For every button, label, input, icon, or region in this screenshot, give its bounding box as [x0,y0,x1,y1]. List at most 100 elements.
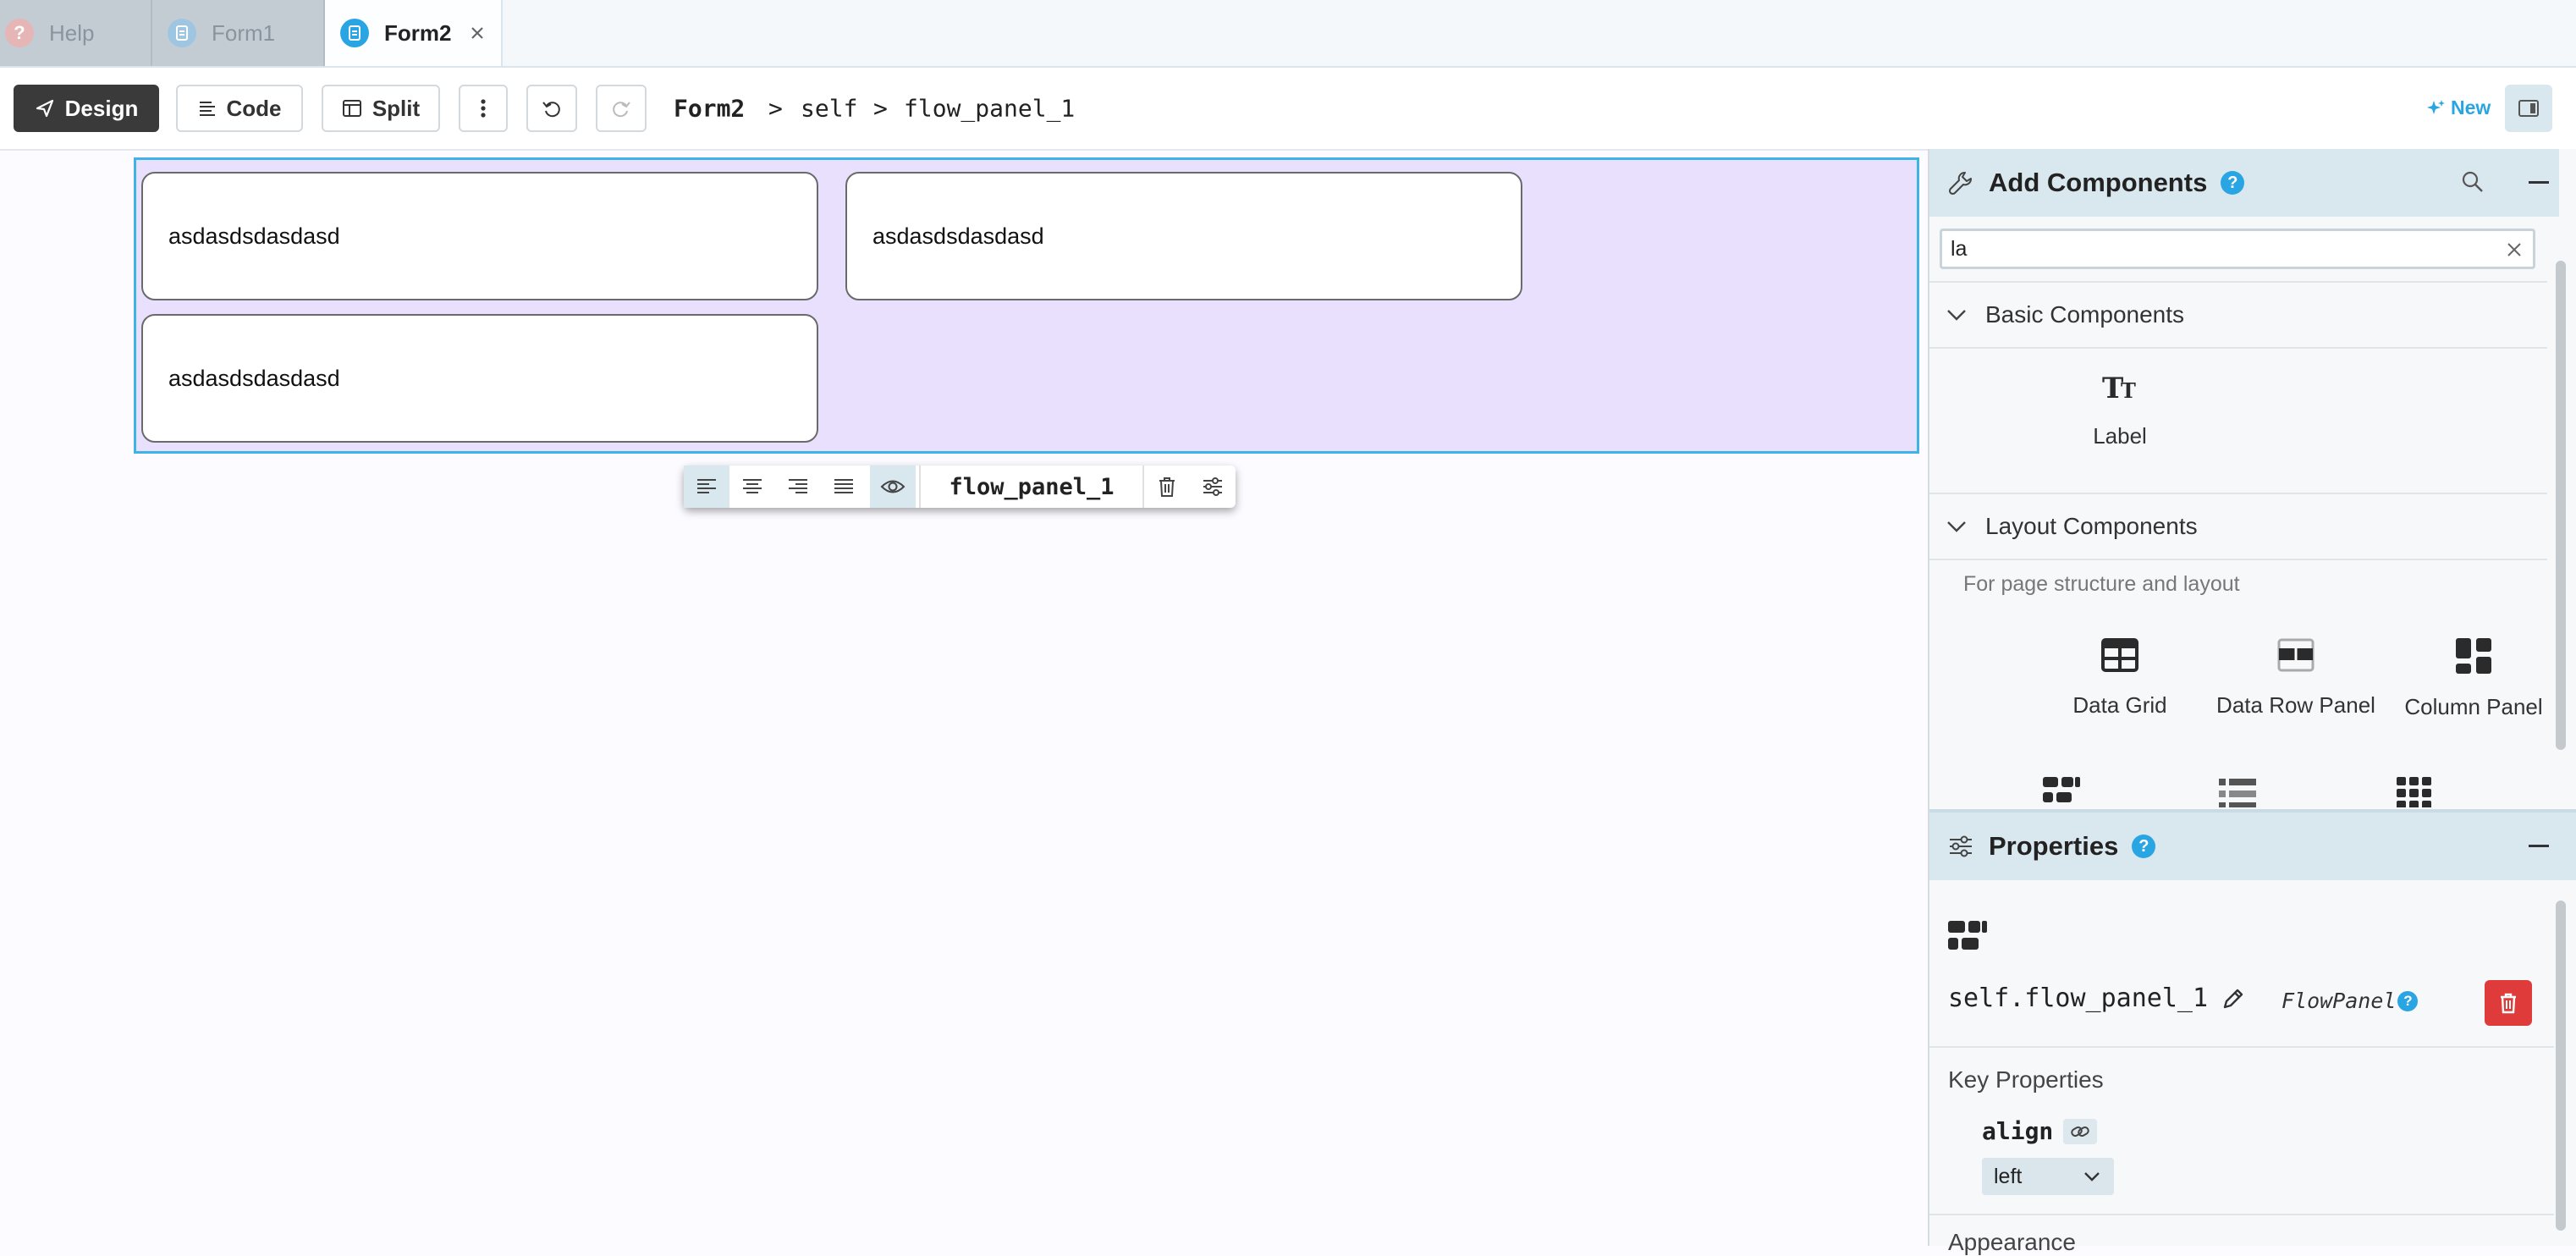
section-description: For page structure and layout [1963,572,2240,596]
sidebar-icon [2518,99,2540,118]
undo-icon [542,98,562,118]
search-input-value: la [1951,236,1968,261]
sparkle-icon [2427,99,2446,118]
link-icon[interactable] [2063,1118,2098,1144]
component-search-input[interactable]: la [1940,229,2535,269]
component-data-grid[interactable]: Data Grid [2031,638,2209,719]
split-button[interactable]: Split [322,85,440,132]
editor-toolbar: Design Code Split Form2 > self > flow_pa… [0,68,2576,151]
close-icon[interactable] [470,25,485,41]
help-icon: ? [5,19,34,47]
tab-form2[interactable]: Form2 [325,0,503,66]
flow-panel[interactable]: asdasdsdasdasd asdasdsdasdasd asdasdsdas… [134,157,1919,454]
svg-text:T: T [2121,378,2136,403]
align-center-icon [743,479,762,493]
component-name-label: flow_panel_1 [949,473,1115,500]
sliders-icon [1203,477,1222,496]
align-left-icon [697,479,716,493]
delete-component-button[interactable] [2485,980,2532,1026]
component-column-panel[interactable]: Column Panel [2385,638,2562,720]
more-vertical-icon [480,98,487,118]
align-right-button[interactable] [775,465,821,508]
design-button[interactable]: Design [14,85,159,132]
list-icon[interactable] [2219,777,2256,807]
properties-header: Properties ? [1929,813,2576,880]
breadcrumb-separator: > [873,94,888,123]
send-icon [35,98,55,118]
trash-icon [2499,992,2518,1014]
toggle-sidebar-button[interactable] [2505,85,2552,132]
split-label: Split [372,95,421,121]
wrench-icon [1948,170,1973,196]
align-select[interactable]: left [1982,1158,2114,1195]
delete-component-button[interactable] [1144,465,1190,508]
design-label: Design [64,95,139,121]
more-options-button[interactable] [459,85,508,132]
text-align-icon [198,99,217,118]
code-button[interactable]: Code [176,85,303,132]
text-box[interactable]: asdasdsdasdasd [845,172,1522,300]
align-left-button[interactable] [684,465,729,508]
visibility-button[interactable] [870,465,916,508]
clear-search-icon[interactable] [2506,241,2523,258]
grid-panel-icon[interactable] [2397,777,2432,807]
form-icon [340,19,369,47]
component-name: Data Grid [2072,692,2167,718]
data-row-panel-icon [2207,638,2385,672]
collapse-icon[interactable] [2529,845,2549,848]
text-box[interactable]: asdasdsdasdasd [141,314,818,443]
chevron-down-icon [2083,1171,2100,1182]
collapse-icon[interactable] [2529,181,2549,185]
component-name: Column Panel [2404,694,2543,719]
section-title: Basic Components [1985,301,2185,328]
right-sidebar: Add Components ? la Basic Components TT … [1928,149,2576,1255]
chevron-down-icon [1946,521,1967,532]
divider [1929,1046,2554,1048]
component-path: self.flow_panel_1 [1948,983,2209,1013]
tab-label: Help [49,19,95,46]
breadcrumb-form[interactable]: Form2 [674,95,745,123]
eye-icon [880,480,905,493]
basic-components-section-header[interactable]: Basic Components [1929,281,2547,349]
flow-panel-icon[interactable] [2043,777,2080,807]
pencil-icon[interactable] [2221,987,2245,1011]
layout-components-section-header[interactable]: Layout Components [1929,493,2547,560]
component-data-row-panel[interactable]: Data Row Panel [2207,638,2385,719]
search-icon[interactable] [2461,170,2485,194]
tab-label: Form1 [212,19,276,46]
component-floating-toolbar: flow_panel_1 [684,465,1236,508]
align-justify-button[interactable] [821,465,867,508]
align-center-button[interactable] [729,465,775,508]
split-view-icon [342,99,362,118]
component-label[interactable]: TT Label [2031,371,2209,449]
breadcrumb-separator: > [768,94,783,123]
appearance-section-header[interactable]: Appearance [1948,1229,2076,1256]
sliders-icon [1948,835,1973,858]
text-box[interactable]: asdasdsdasdasd [141,172,818,300]
flow-panel-icon [1948,921,1987,953]
component-type: FlowPanel [2282,989,2397,1013]
components-scrollbar[interactable] [2556,261,2566,750]
chevron-down-icon [1946,309,1967,321]
breadcrumb-self[interactable]: self [801,95,857,123]
align-property-label: align [1982,1117,2054,1145]
breadcrumb-component[interactable]: flow_panel_1 [904,95,1075,123]
properties-title: Properties [1989,831,2119,861]
properties-scrollbar[interactable] [2556,901,2566,1231]
section-title: Layout Components [1985,513,2198,539]
divider [1929,1214,2554,1215]
tab-help[interactable]: ? Help [0,0,152,66]
code-label: Code [226,95,282,121]
key-properties-heading: Key Properties [1948,1066,2104,1093]
undo-button[interactable] [526,85,577,132]
redo-button[interactable] [596,85,647,132]
new-button[interactable]: New [2427,96,2491,119]
help-icon[interactable]: ? [2221,171,2245,195]
tab-form1[interactable]: Form1 [152,0,325,66]
help-icon[interactable]: ? [2132,835,2156,858]
align-justify-icon [834,479,853,493]
new-label: New [2451,96,2491,118]
help-icon[interactable]: ? [2397,990,2419,1011]
component-settings-button[interactable] [1190,465,1236,508]
text-type-icon: TT [2031,371,2209,403]
